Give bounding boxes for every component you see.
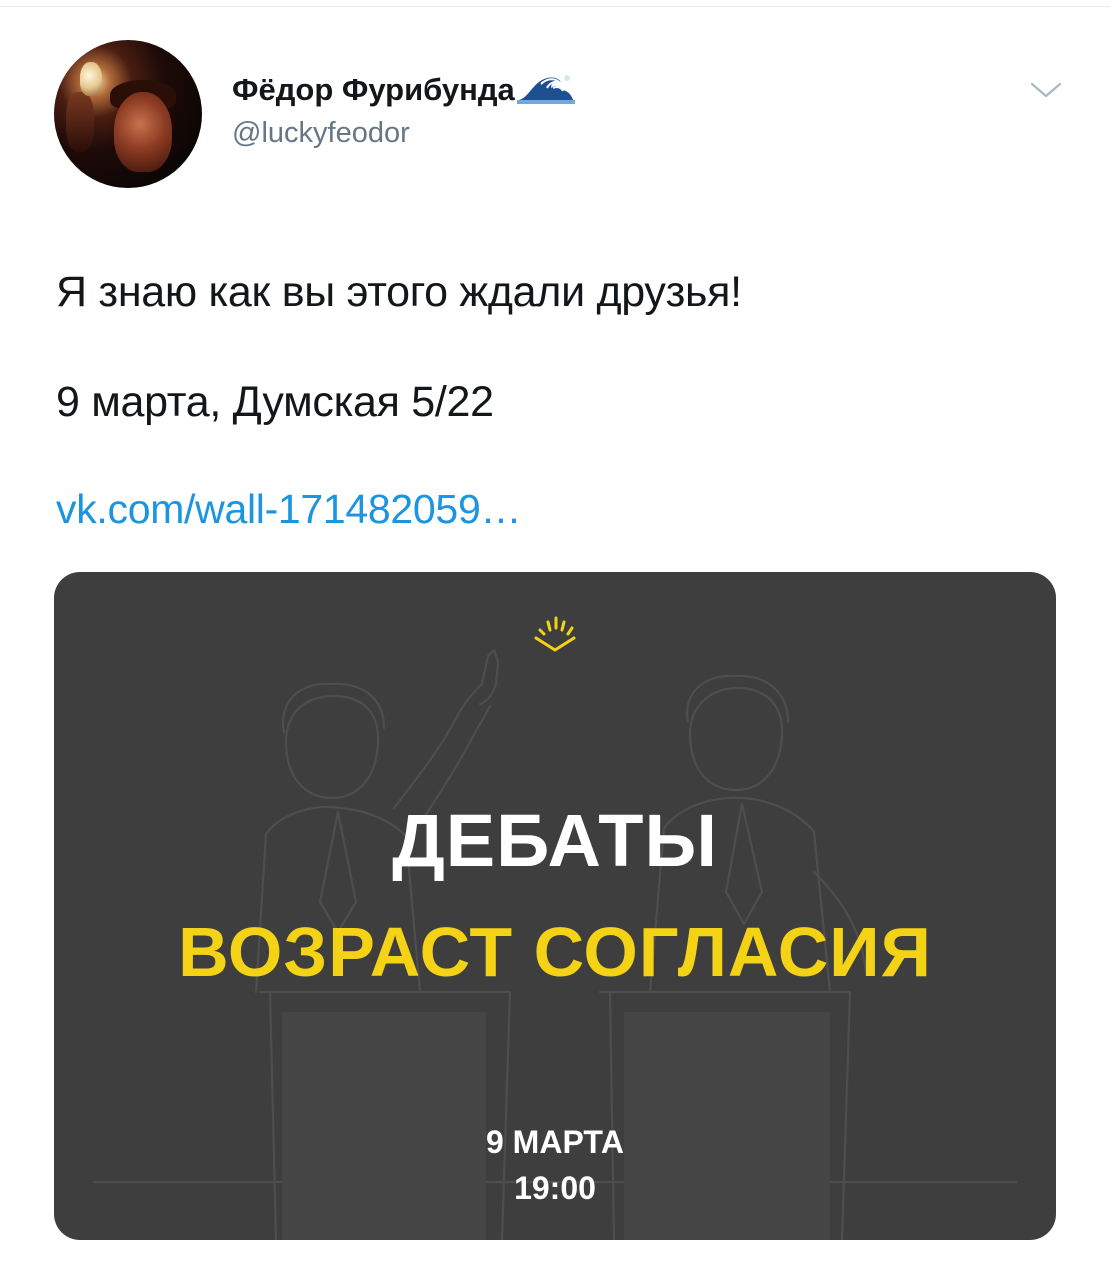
media-image[interactable]: ДЕБАТЫ ВОЗРАСТ СОГЛАСИЯ 9 МАРТА 19:00	[54, 572, 1056, 1240]
display-name[interactable]: Фёдор Фурибунда	[232, 70, 575, 112]
avatar-lightbulb	[80, 62, 102, 96]
sunrise-logo-icon	[528, 608, 582, 659]
avatar[interactable]	[54, 40, 202, 188]
tweet-text-line-2: 9 марта, Думская 5/22	[56, 378, 494, 426]
avatar-face	[114, 92, 172, 172]
tweet-link[interactable]: vk.com/wall-171482059…	[56, 486, 521, 533]
display-name-text: Фёдор Фурибунда	[232, 72, 515, 107]
tweet: Фёдор Фурибунда @luckyfeodor Я знаю как …	[0, 0, 1110, 1280]
tweet-text-line-1: Я знаю как вы этого ждали друзья!	[56, 268, 742, 316]
chevron-down-icon[interactable]	[1028, 78, 1064, 102]
media-subtitle: ВОЗРАСТ СОГЛАСИЯ	[178, 913, 932, 991]
avatar-hand	[66, 92, 94, 152]
wave-icon	[516, 70, 575, 112]
media-title: ДЕБАТЫ	[392, 799, 718, 882]
username[interactable]: @luckyfeodor	[232, 117, 410, 150]
media-date: 9 МАРТА	[485, 1124, 624, 1160]
media-time: 19:00	[514, 1170, 596, 1206]
